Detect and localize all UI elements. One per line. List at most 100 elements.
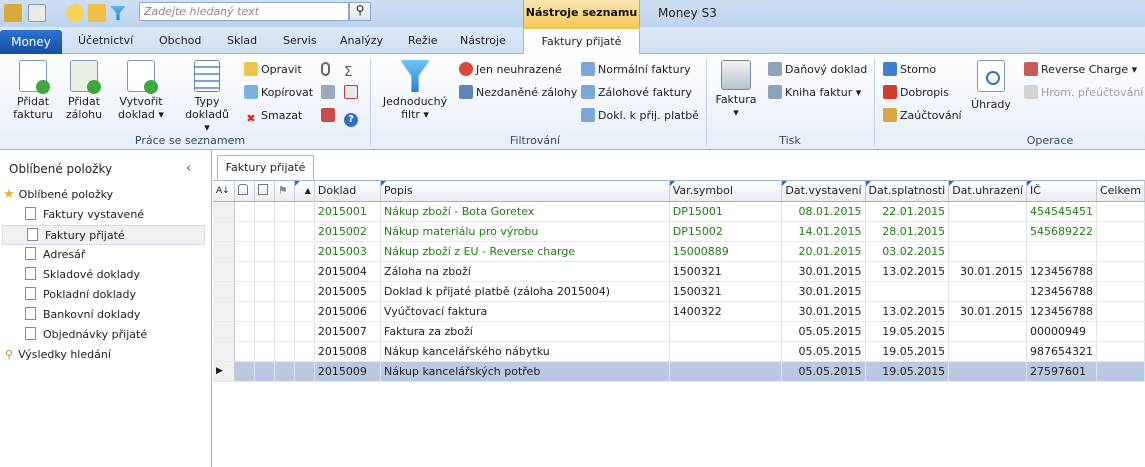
- print-list-button[interactable]: [321, 107, 338, 125]
- flag-icon[interactable]: ⚑: [274, 181, 295, 202]
- column-header-popis[interactable]: Popis: [380, 181, 670, 202]
- sort-az-icon[interactable]: A↓: [213, 181, 235, 202]
- tab-obchod[interactable]: Obchod: [159, 34, 201, 47]
- sidebar-item-bankovni-doklady[interactable]: Bankovní doklady: [0, 305, 205, 325]
- column-header-var-symbol[interactable]: Var.symbol: [669, 181, 783, 202]
- kniha-faktur-button[interactable]: Kniha faktur ▾: [768, 84, 861, 102]
- row-indicator[interactable]: [213, 261, 235, 282]
- column-header-doklad[interactable]: Doklad: [314, 181, 382, 202]
- dokl-prij-platbe-button[interactable]: Dokl. k přij. platbě: [581, 107, 699, 125]
- uhrady-button[interactable]: Úhrady: [970, 60, 1012, 111]
- table-row[interactable]: 2015001 Nákup zboží - Bota Goretex DP150…: [213, 201, 1145, 222]
- list-view-icon[interactable]: [28, 4, 46, 22]
- search-input[interactable]: Zadejte hledaný text: [139, 2, 349, 21]
- cell-dat-uhrazeni: [948, 321, 1027, 342]
- row-indicator[interactable]: [213, 281, 235, 302]
- jednoduchy-filtr-button[interactable]: Jednoduchý filtr ▾: [380, 60, 450, 121]
- label: Storno: [900, 63, 937, 76]
- faktura-print-button[interactable]: Faktura ▾: [714, 60, 758, 119]
- jen-neuhrazene-button[interactable]: Jen neuhrazené: [459, 61, 562, 79]
- tab-money[interactable]: Money: [0, 30, 62, 54]
- table-row[interactable]: 2015004 Záloha na zboží 1500321 30.01.20…: [213, 261, 1145, 282]
- sidebar-item-objednavky-prijate[interactable]: Objednávky přijaté: [0, 325, 205, 345]
- normalni-faktury-button[interactable]: Normální faktury: [581, 61, 691, 79]
- row-indicator[interactable]: [213, 201, 235, 222]
- sort-indicator-icon[interactable]: ▲: [294, 181, 315, 202]
- content-tab-faktury-prijate[interactable]: Faktury přijaté: [217, 155, 314, 180]
- row-indicator[interactable]: [213, 321, 235, 342]
- lock-icon[interactable]: [234, 181, 255, 202]
- hromadne-preuctovani-button[interactable]: Hrom. přeúčtování: [1024, 84, 1143, 102]
- magnifier-icon: ⚲: [5, 348, 14, 361]
- star-icon: ★: [3, 187, 15, 202]
- sidebar-item-skladove-doklady[interactable]: Skladové doklady: [0, 265, 205, 285]
- export-button[interactable]: [321, 84, 338, 102]
- opravit-button[interactable]: Opravit: [244, 61, 302, 79]
- column-header-ic[interactable]: IČ: [1026, 181, 1097, 202]
- column-header-dat-uhrazeni[interactable]: Dat.uhrazení: [948, 181, 1027, 202]
- tab-analyzy[interactable]: Analýzy: [340, 34, 383, 47]
- table-row-selected[interactable]: ▶ 2015009 Nákup kancelářských potřeb 05.…: [213, 361, 1145, 382]
- dobropis-button[interactable]: Dobropis: [883, 84, 949, 102]
- tab-sklad[interactable]: Sklad: [227, 34, 257, 47]
- attach-button[interactable]: [321, 61, 333, 79]
- row-indicator[interactable]: [213, 301, 235, 322]
- sidebar-item-adresar[interactable]: Adresář: [0, 245, 205, 265]
- cell-ic: 545689222: [1026, 221, 1097, 242]
- tab-faktury-prijate[interactable]: Faktury přijaté: [523, 27, 640, 55]
- column-header-celkem[interactable]: Celkem: [1096, 181, 1145, 202]
- search-button[interactable]: ⚲: [349, 2, 371, 21]
- table-row[interactable]: 2015006 Vyúčtovací faktura 1400322 30.01…: [213, 301, 1145, 322]
- add-advance-icon: [70, 60, 101, 94]
- tab-ucetnictvi[interactable]: Účetnictví: [78, 34, 133, 47]
- row-indicator[interactable]: [213, 241, 235, 262]
- typy-dokladu-button[interactable]: Typy dokladů ▾: [182, 60, 232, 134]
- pridat-fakturu-button[interactable]: Přidat fakturu: [12, 60, 54, 121]
- tab-nastroje[interactable]: Nástroje: [460, 34, 506, 47]
- document-types-icon: [194, 60, 220, 92]
- danovy-doklad-button[interactable]: Daňový doklad: [768, 61, 867, 79]
- sidebar-root-favorites[interactable]: ★ Oblíbené položky: [3, 185, 208, 205]
- table-row[interactable]: 2015008 Nákup kancelářského nábytku 05.0…: [213, 341, 1145, 362]
- tab-rezie[interactable]: Režie: [408, 34, 438, 47]
- folder-icon[interactable]: [4, 4, 22, 22]
- cell-doklad: 2015005: [314, 281, 382, 302]
- zauctovani-button[interactable]: Zaúčtování: [883, 107, 962, 125]
- filter-icon[interactable]: [110, 6, 126, 20]
- reverse-charge-button[interactable]: Reverse Charge ▾: [1024, 61, 1137, 79]
- collapse-arrow-icon[interactable]: ‹: [186, 161, 191, 176]
- pdf-button[interactable]: [344, 84, 361, 102]
- label: ▾: [733, 106, 739, 119]
- smazat-button[interactable]: ✖ Smazat: [244, 107, 302, 125]
- storno-button[interactable]: Storno: [883, 61, 936, 79]
- vytvorit-doklad-button[interactable]: Vytvořit doklad ▾: [116, 60, 166, 121]
- row-indicator[interactable]: [213, 221, 235, 242]
- lightbulb-icon[interactable]: [66, 4, 84, 22]
- sidebar-search-results[interactable]: ⚲ Výsledky hledání: [5, 345, 210, 365]
- table-row[interactable]: 2015002 Nákup materiálu pro výrobu DP150…: [213, 221, 1145, 242]
- current-row-arrow-icon[interactable]: ▶: [213, 361, 235, 382]
- help-button[interactable]: ?: [344, 107, 361, 127]
- column-header-dat-vystaveni[interactable]: Dat.vystavení: [781, 181, 866, 202]
- table-row[interactable]: 2015007 Faktura za zboží 05.05.2015 19.0…: [213, 321, 1145, 342]
- table-row[interactable]: 2015003 Nákup zboží z EU - Reverse charg…: [213, 241, 1145, 262]
- folder-star-icon[interactable]: [88, 4, 106, 22]
- copy-icon: [244, 85, 258, 99]
- cell: [274, 301, 295, 322]
- zalohove-faktury-button[interactable]: Zálohové faktury: [581, 84, 692, 102]
- pridat-zalohu-button[interactable]: Přidat zálohu: [64, 60, 104, 121]
- sidebar-item-faktury-vystavene[interactable]: Faktury vystavené: [0, 205, 205, 225]
- sidebar-item-faktury-prijate[interactable]: Faktury přijaté: [2, 225, 205, 245]
- pdf-icon: [344, 85, 358, 99]
- attachment-column-icon[interactable]: [254, 181, 275, 202]
- sum-button[interactable]: Σ: [344, 61, 361, 80]
- sidebar-item-pokladni-doklady[interactable]: Pokladní doklady: [0, 285, 205, 305]
- table-row[interactable]: 2015005 Doklad k přijaté platbě (záloha …: [213, 281, 1145, 302]
- invoice-table: A↓ ⚑ ▲ Doklad Popis Var.symbol Dat.vysta…: [213, 181, 1145, 382]
- cell-popis: Záloha na zboží: [380, 261, 670, 282]
- column-header-dat-splatnosti[interactable]: Dat.splatnosti: [865, 181, 950, 202]
- row-indicator[interactable]: [213, 341, 235, 362]
- kopirovat-button[interactable]: Kopírovat: [244, 84, 313, 102]
- tab-servis[interactable]: Servis: [283, 34, 317, 47]
- nezdanene-zalohy-button[interactable]: Nezdaněné zálohy: [459, 84, 577, 102]
